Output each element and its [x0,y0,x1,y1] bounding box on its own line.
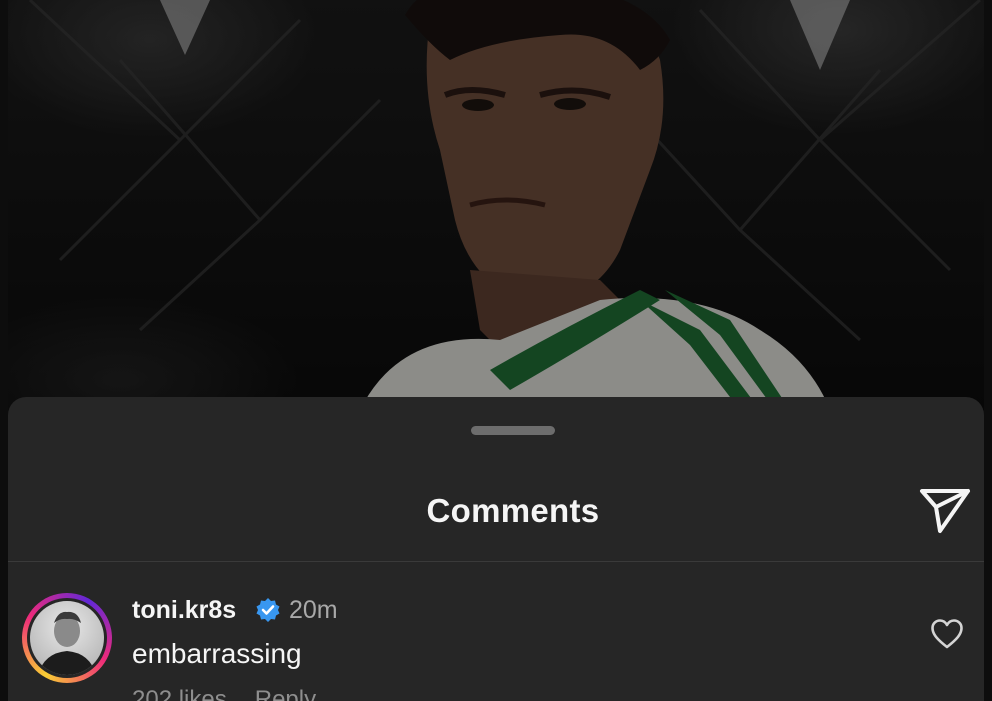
comment-meta-row: 202 likes Reply [132,686,344,701]
comment-likes-count[interactable]: 202 likes [132,686,227,701]
paper-plane-icon [920,489,970,533]
instagram-comments-screen: Comments toni.kr8s 20m embarrassing 202 … [0,0,992,701]
comment-username[interactable]: toni.kr8s [132,596,236,625]
comments-sheet: Comments toni.kr8s 20m embarrassing 202 … [8,397,984,701]
screen-border-right [984,0,992,701]
comments-title: Comments [426,492,600,529]
comment-text: embarrassing [132,638,302,669]
screen-border-left [0,0,8,701]
sheet-drag-handle[interactable] [471,426,555,435]
heart-outline-icon [931,619,963,649]
user-avatar-icon [38,611,96,675]
avatar [27,598,107,678]
share-button[interactable] [914,485,974,537]
comment-like-button[interactable] [930,618,964,650]
comment-reply-button[interactable]: Reply [255,686,316,701]
stadium-roof-background [0,0,992,410]
avatar-photo [30,601,104,675]
post-image [0,0,992,410]
story-ring[interactable] [22,593,112,683]
verified-badge-icon [256,598,280,622]
comment-item: toni.kr8s 20m embarrassing 202 likes Repl… [8,562,984,701]
comment-timestamp: 20m [289,596,338,624]
